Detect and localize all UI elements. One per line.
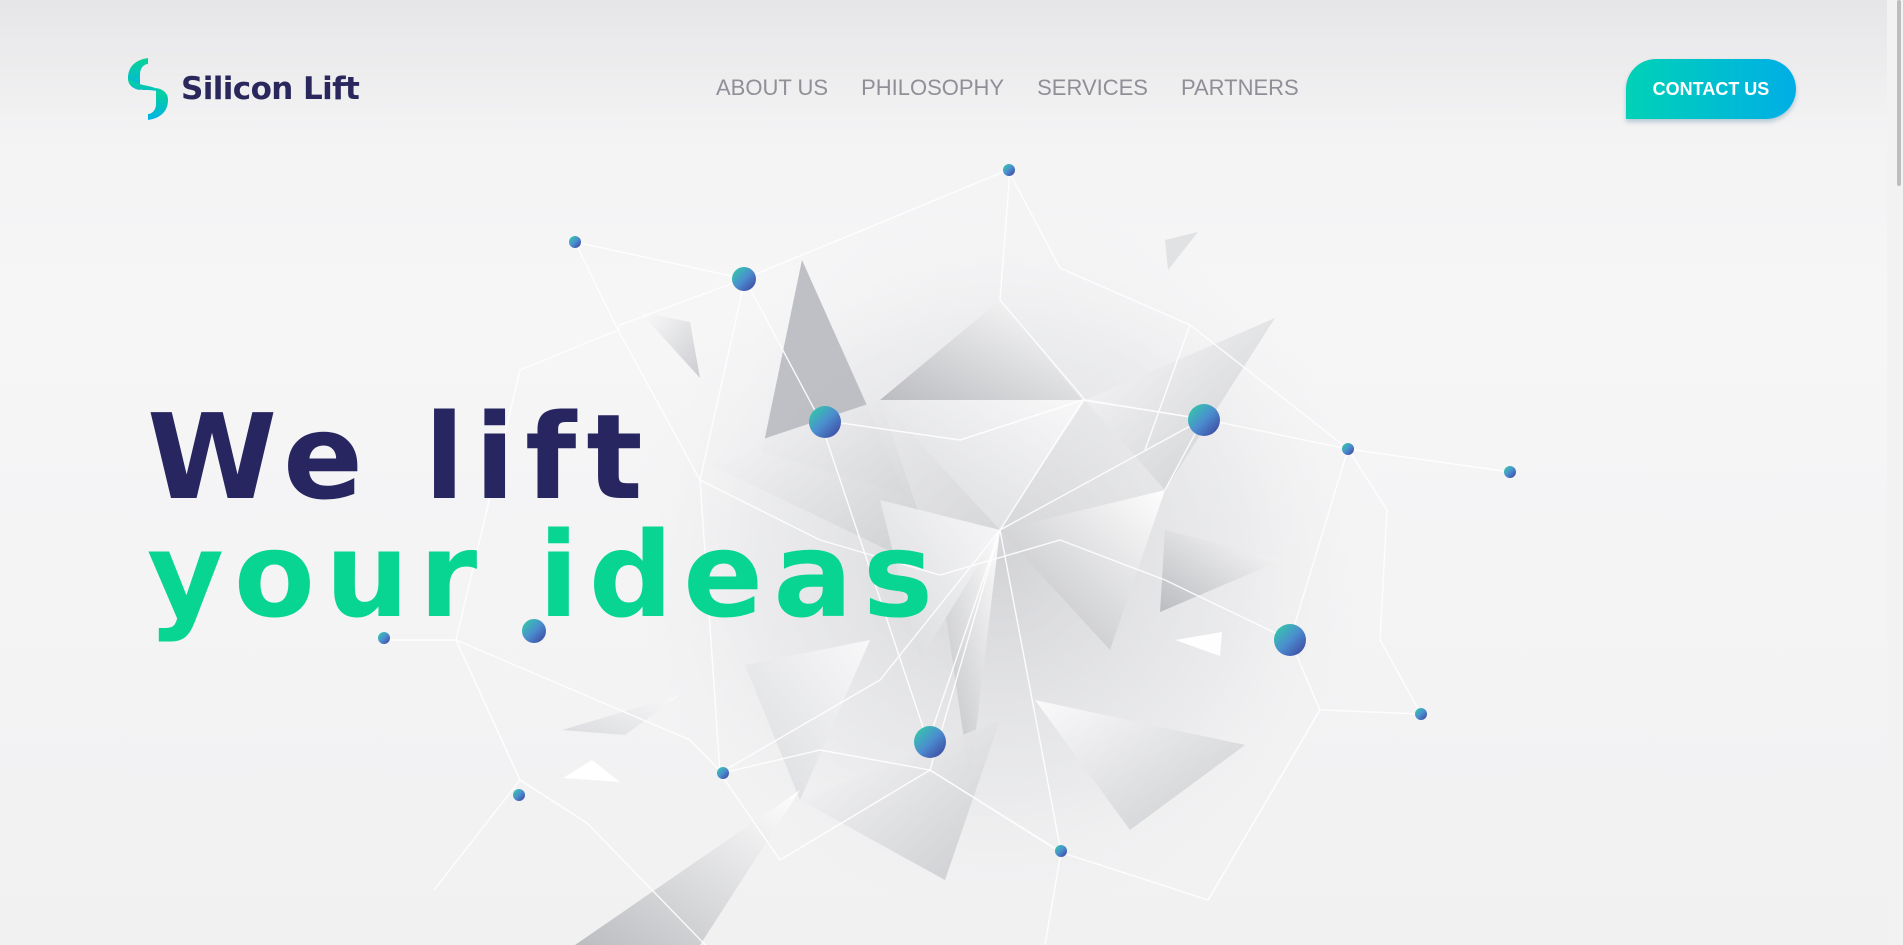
s-shaped-logo-icon <box>128 58 168 120</box>
nav-philosophy[interactable]: PHILOSOPHY <box>861 75 1004 101</box>
hero-headline: We lift your ideas <box>147 398 943 634</box>
hero-line-2: your ideas <box>147 506 944 644</box>
contact-us-button[interactable]: CONTACT US <box>1626 59 1796 119</box>
site-header: Silicon Lift ABOUT US PHILOSOPHY SERVICE… <box>0 0 1903 180</box>
nav-about-us[interactable]: ABOUT US <box>716 75 828 101</box>
brand-name: Silicon Lift <box>181 71 360 107</box>
brand-logo[interactable]: Silicon Lift <box>126 56 360 122</box>
nav-services[interactable]: SERVICES <box>1037 75 1148 101</box>
nav-partners[interactable]: PARTNERS <box>1181 75 1299 101</box>
hero-line-1: We lift <box>147 388 653 526</box>
page-scrollbar-thumb[interactable] <box>1897 0 1901 186</box>
main-nav: ABOUT US PHILOSOPHY SERVICES PARTNERS <box>716 75 1332 101</box>
